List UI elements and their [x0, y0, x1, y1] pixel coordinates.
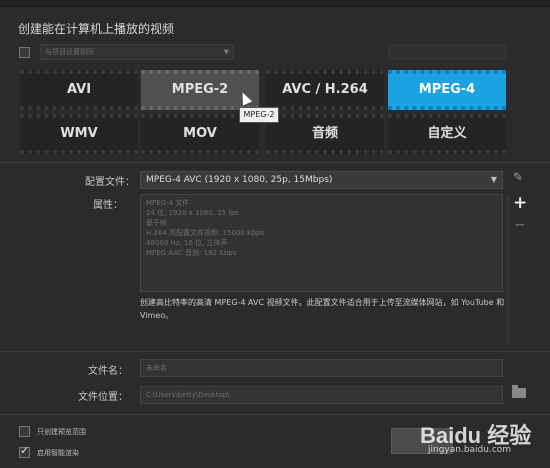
- property-line: 24 位, 1920 x 1080, 25 fps: [146, 209, 239, 217]
- format-mpeg4[interactable]: MPEG-4: [388, 70, 506, 110]
- divider: [0, 414, 550, 415]
- profile-dropdown[interactable]: MPEG-4 AVC (1920 x 1080, 25p, 15Mbps) ▼: [140, 171, 503, 189]
- top-edge: [0, 0, 550, 7]
- property-line: MPEG AAC 音频: 192 Kbps: [146, 249, 237, 257]
- preview-only-label: 只创建预览范围: [37, 428, 86, 436]
- disabled-button: [388, 44, 506, 60]
- properties-label: 属性：: [93, 200, 123, 211]
- filename-input[interactable]: 未命名: [140, 359, 503, 377]
- preview-only-checkbox[interactable]: [19, 426, 30, 437]
- format-audio[interactable]: 音频: [266, 114, 384, 154]
- profile-label: 配置文件：: [85, 177, 135, 188]
- location-label: 文件位置：: [78, 392, 128, 403]
- page-title: 创建能在计算机上播放的视频: [18, 22, 175, 36]
- remove-profile-icon[interactable]: −: [514, 217, 526, 233]
- folder-icon[interactable]: [512, 385, 526, 398]
- scrollbar[interactable]: [506, 194, 510, 344]
- property-line: H.264 高配置文件视频: 15000 Kbps: [146, 229, 265, 237]
- location-input[interactable]: C:\Users\betty\Desktop\: [140, 386, 503, 404]
- add-profile-icon[interactable]: +: [513, 193, 527, 213]
- tooltip: MPEG-2: [239, 107, 279, 123]
- smart-render-checkbox[interactable]: [19, 444, 30, 458]
- format-custom[interactable]: 自定义: [388, 114, 506, 154]
- edit-pencil-icon[interactable]: ✎: [513, 170, 523, 184]
- chevron-down-icon: ▼: [490, 175, 497, 184]
- filename-label: 文件名：: [88, 366, 128, 377]
- smart-render-label: 启用智能渲染: [37, 449, 79, 457]
- same-as-project-checkbox[interactable]: [19, 47, 30, 58]
- format-avc-h264[interactable]: AVC / H.264: [266, 70, 384, 110]
- properties-box: MPEG-4 文件 24 位, 1920 x 1080, 25 fps 基于帧 …: [140, 194, 503, 292]
- watermark-url: jingyan.baidu.com: [428, 445, 512, 455]
- property-line: 48000 Hz, 16 位, 立体声: [146, 239, 228, 247]
- chevron-down-icon: ▼: [223, 48, 229, 56]
- property-line: MPEG-4 文件: [146, 199, 190, 207]
- format-avi[interactable]: AVI: [20, 70, 138, 110]
- profile-value: MPEG-4 AVC (1920 x 1080, 25p, 15Mbps): [146, 175, 333, 185]
- property-line: 基于帧: [146, 219, 167, 227]
- divider: [0, 162, 550, 163]
- format-wmv[interactable]: WMV: [20, 114, 138, 154]
- preset-dropdown[interactable]: 与项目设置相同 ▼: [40, 44, 234, 60]
- profile-description: 创建高比特率的高清 MPEG-4 AVC 视频文件。此配置文件适合用于上传至流媒…: [140, 298, 505, 320]
- divider: [0, 351, 550, 352]
- preset-dropdown-text: 与项目设置相同: [45, 48, 94, 56]
